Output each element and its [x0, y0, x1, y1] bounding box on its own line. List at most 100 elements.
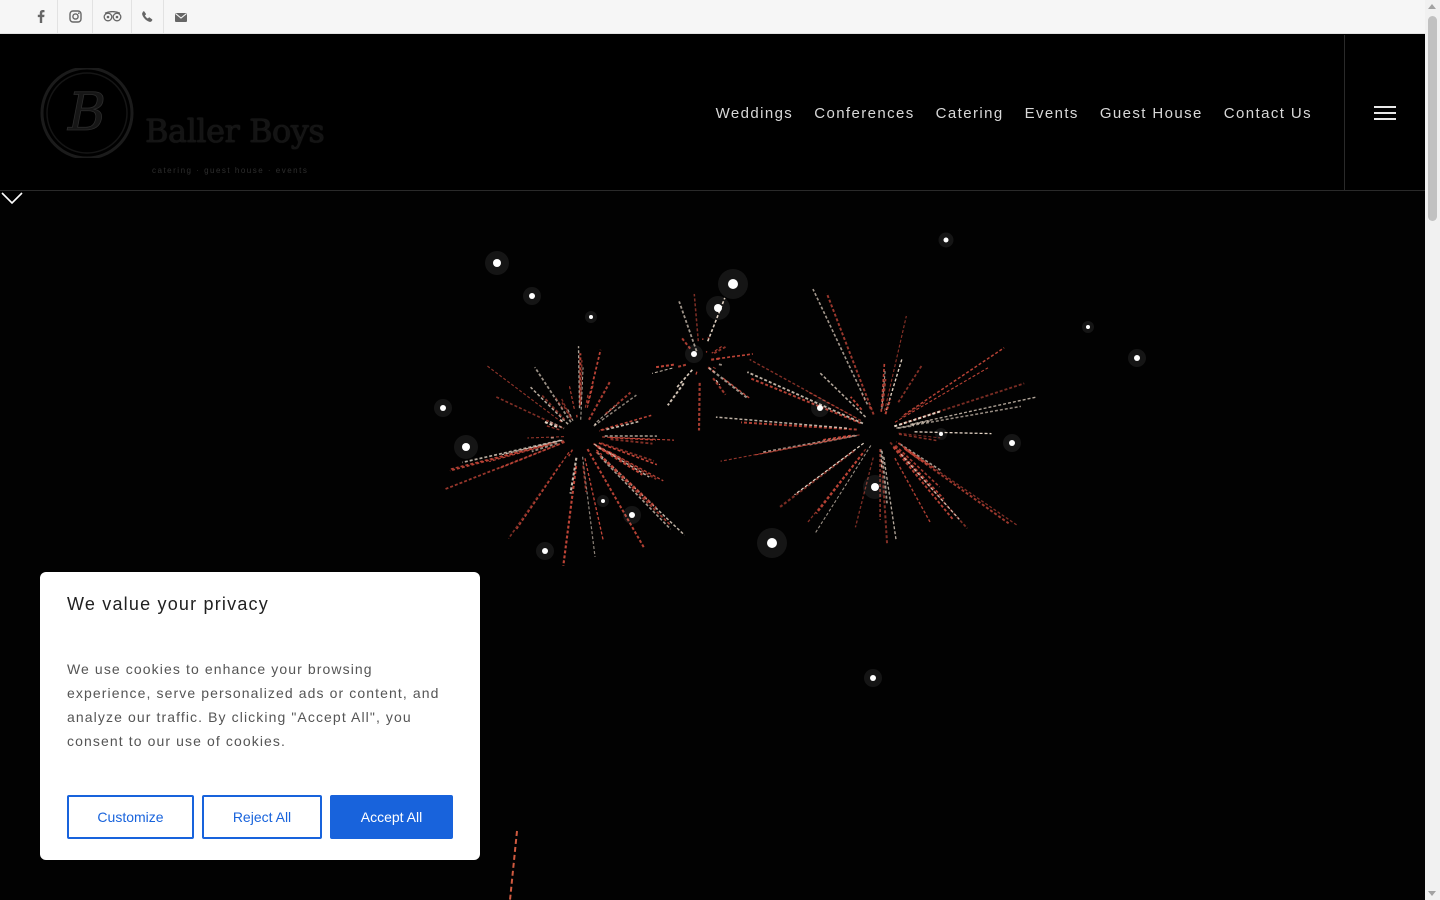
firework-streak — [884, 315, 907, 412]
accept-all-button[interactable]: Accept All — [330, 795, 453, 839]
firework-streak — [705, 351, 708, 353]
reject-all-button[interactable]: Reject All — [202, 795, 322, 839]
firework-spark — [871, 483, 879, 491]
firework-spark — [728, 279, 738, 289]
firework-streak — [806, 448, 867, 524]
scroll-down-chevron-icon[interactable] — [0, 191, 24, 205]
firework-streak — [530, 386, 569, 425]
firework-spark — [440, 405, 446, 411]
firework-spark — [601, 499, 605, 503]
scroll-up-arrow-icon[interactable] — [1428, 4, 1436, 9]
firework-spark — [1086, 325, 1090, 329]
firework-streak — [580, 360, 583, 403]
firework-streak — [812, 288, 869, 405]
firework-streak — [562, 465, 578, 566]
firework-streak — [710, 357, 720, 361]
firework-spark — [817, 405, 823, 411]
cookie-description: We use cookies to enhance your browsing … — [67, 661, 440, 749]
nav-guest-house[interactable]: Guest House — [1100, 105, 1203, 122]
firework-streak — [697, 382, 701, 431]
firework-streak — [678, 301, 698, 352]
firework-streak — [561, 402, 571, 419]
nav-events[interactable]: Events — [1025, 105, 1079, 122]
hamburger-icon — [1374, 106, 1396, 120]
instagram-icon[interactable] — [58, 0, 93, 34]
firework-streak — [507, 463, 561, 540]
firework-streak — [717, 363, 723, 366]
firework-streak — [849, 396, 863, 411]
nav-catering[interactable]: Catering — [936, 105, 1004, 122]
firework-spark — [767, 538, 777, 548]
facebook-icon[interactable] — [24, 0, 58, 34]
brand-tagline: catering · guest house · events — [152, 166, 309, 175]
firework-spark — [714, 304, 722, 312]
nav-weddings[interactable]: Weddings — [716, 105, 794, 122]
firework-streak — [894, 367, 989, 423]
firework-spark — [939, 432, 943, 436]
firework-streak — [914, 431, 992, 435]
firework-streak — [651, 367, 673, 374]
firework-streak — [600, 414, 652, 431]
firework-streak — [901, 401, 926, 418]
firework-streak — [693, 293, 700, 342]
logo-emblem: B — [40, 66, 134, 160]
firework-streak — [899, 443, 943, 472]
page-scrollbar[interactable] — [1425, 0, 1440, 900]
firework-streak — [666, 382, 685, 406]
firework-spark — [493, 259, 501, 267]
firework-streak — [485, 364, 562, 423]
firework-streak — [586, 349, 602, 404]
firework-spark — [629, 512, 635, 518]
firework-streak — [749, 377, 862, 425]
firework-streak — [884, 398, 892, 415]
firework-streak — [655, 363, 674, 369]
envelope-icon[interactable] — [164, 0, 198, 34]
firework-spark — [462, 443, 470, 451]
customize-button[interactable]: Customize — [67, 795, 194, 839]
firework-streak — [676, 369, 693, 388]
nav-contact-us[interactable]: Contact Us — [1224, 105, 1312, 122]
firework-streak — [715, 416, 848, 429]
cookie-consent-banner: We value your privacy We use cookies to … — [40, 572, 480, 860]
site-logo[interactable]: B Baller Boys catering · guest house · e… — [40, 66, 325, 175]
firework-streak — [695, 370, 698, 375]
firework-spark — [1134, 355, 1140, 361]
site-header: B Baller Boys catering · guest house · e… — [0, 35, 1425, 191]
firework-spark — [589, 315, 593, 319]
firework-streak — [712, 377, 727, 396]
firework-streak — [717, 353, 753, 360]
firework-streak — [897, 365, 923, 403]
firework-streak — [676, 363, 687, 368]
firework-streak — [896, 405, 1022, 429]
firework-streak — [720, 434, 860, 462]
hamburger-menu-button[interactable] — [1344, 35, 1425, 191]
firework-streak — [894, 444, 941, 488]
brand-name: Baller Boys — [145, 112, 325, 150]
firework-streak — [567, 409, 574, 421]
firework-streak — [598, 429, 605, 432]
firework-spark — [1009, 440, 1015, 446]
firework-spark — [529, 293, 535, 299]
firework-streak — [895, 440, 902, 446]
firework-spark — [870, 675, 876, 681]
firework-streak — [740, 421, 857, 431]
firework-streak — [586, 385, 594, 408]
scroll-down-arrow-icon[interactable] — [1428, 891, 1436, 896]
nav-conferences[interactable]: Conferences — [814, 105, 914, 122]
rocket-trail — [509, 830, 518, 900]
firework-streak — [568, 449, 574, 457]
firework-streak — [527, 436, 564, 439]
firework-streak — [606, 420, 639, 431]
firework-streak — [903, 347, 1005, 416]
firework-streak — [825, 292, 875, 415]
firework-streak — [894, 446, 945, 500]
main-nav: Weddings Conferences Catering Events Gue… — [695, 35, 1312, 191]
phone-icon[interactable] — [132, 0, 164, 34]
cookie-title: We value your privacy — [67, 594, 269, 614]
firework-streak — [534, 366, 572, 423]
firework-streak — [712, 366, 718, 370]
logo-monogram: B — [67, 83, 106, 143]
tripadvisor-icon[interactable] — [93, 0, 132, 34]
firework-streak — [568, 385, 575, 409]
scrollbar-thumb[interactable] — [1428, 16, 1437, 221]
